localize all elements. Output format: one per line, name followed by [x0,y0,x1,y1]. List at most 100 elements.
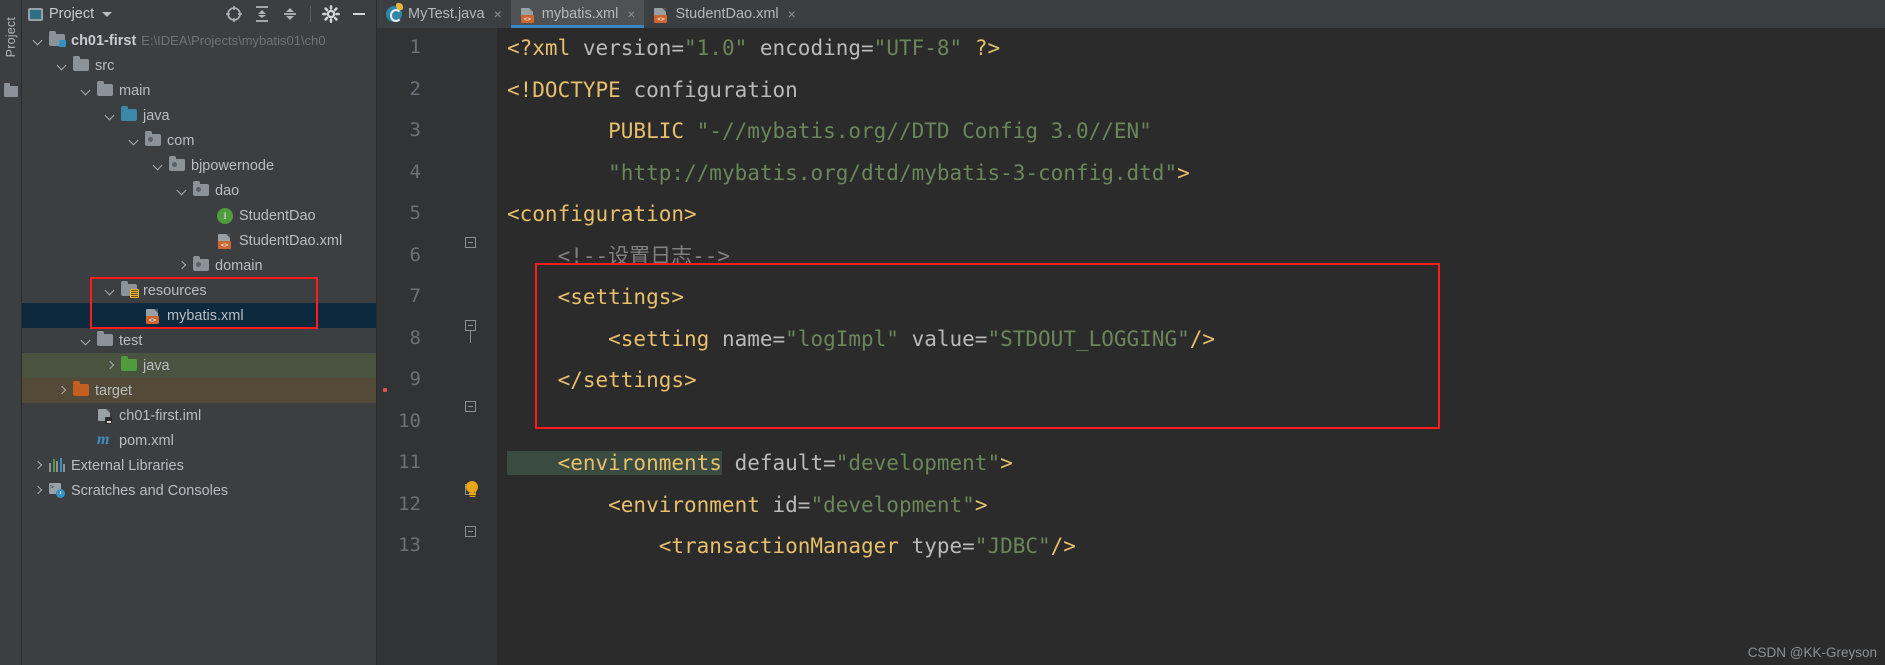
tree-item-java[interactable]: java [22,103,376,128]
project-panel-header: Project [22,0,376,28]
watermark: CSDN @KK-Greyson [1747,645,1877,660]
chevron-down-icon[interactable] [104,110,116,122]
code-fold-icon[interactable] [465,401,479,415]
tree-item-studentdao[interactable]: I StudentDao [22,203,376,228]
chevron-down-icon[interactable] [80,85,92,97]
code-fold-icon[interactable] [465,320,479,343]
editor-tab-mybatis-xml[interactable]: <> mybatis.xml × [510,0,645,28]
left-tool-strip: Project [0,0,22,665]
chevron-down-icon[interactable] [128,135,140,147]
scratches-icon: > [49,483,66,498]
code-line[interactable]: <settings> [507,285,684,310]
tree-item-main[interactable]: main [22,78,376,103]
tree-item-dao[interactable]: dao [22,178,376,203]
editor-tab-label: StudentDao.xml [675,6,779,22]
project-tool-button[interactable]: Project [0,2,22,72]
code-line[interactable]: PUBLIC "-//mybatis.org//DTD Config 3.0//… [507,119,1152,144]
tree-item-java[interactable]: java [22,353,376,378]
tree-item-bjpowernode[interactable]: bjpowernode [22,153,376,178]
code-fold-icon[interactable] [465,526,479,540]
line-number: 13 [398,534,421,556]
tree-item-ch01-first-iml[interactable]: ch01-first.iml [22,403,376,428]
chevron-right-icon[interactable] [32,460,44,472]
code-line[interactable]: <!--设置日志--> [507,244,731,269]
code-token: > [974,492,988,517]
code-line[interactable]: <!DOCTYPE configuration [507,78,798,103]
code-token: </settings> [507,368,697,392]
line-number: 3 [409,119,421,141]
xml-file-icon: <> [145,308,162,324]
code-token: <configuration> [507,202,697,226]
test-source-folder-icon [121,356,138,373]
folder-icon[interactable] [4,83,18,97]
package-icon [193,256,210,273]
editor-gutter[interactable]: 1 2 3 4 5 6 7 8 9 10 11 12 13 [377,28,497,665]
tree-item-studentdao-xml[interactable]: <> StudentDao.xml [22,228,376,253]
gear-icon[interactable] [320,3,342,25]
line-number: 12 [398,492,421,515]
code-line[interactable]: <environments default="development"> [507,451,1013,476]
tree-item-target[interactable]: target [22,378,376,403]
excluded-folder-icon [73,381,90,398]
tree-item-domain[interactable]: domain [22,253,376,278]
code-line[interactable]: <setting name="logImpl" value="STDOUT_LO… [507,327,1215,352]
chevron-right-icon[interactable] [32,485,44,497]
locate-target-icon[interactable] [223,3,245,25]
tree-item-mybatis-xml[interactable]: <> mybatis.xml [22,303,376,328]
tree-item-pom-xml[interactable]: m pom.xml [22,428,376,453]
code-editor[interactable]: 1 2 3 4 5 6 7 8 9 10 11 12 13 <?xml version="1.0" en… [377,28,1885,665]
close-icon[interactable]: × [494,6,502,22]
line-number: 10 [398,409,421,432]
tree-item-label: StudentDao.xml [239,232,343,249]
editor-tab-mytest-java[interactable]: MyTest.java × [377,0,511,28]
code-line[interactable]: <?xml version="1.0" encoding="UTF-8" ?> [507,36,1000,61]
code-fold-icon[interactable] [465,237,479,251]
code-token: PUBLIC [507,119,697,143]
chevron-down-icon[interactable] [32,35,44,47]
close-icon[interactable]: × [627,6,635,22]
tree-item-label: ch01-first.iml [119,407,202,424]
tree-item-com[interactable]: com [22,128,376,153]
code-token: "logImpl" [785,326,899,351]
chevron-right-icon[interactable] [56,385,68,397]
expand-all-icon[interactable] [251,3,273,25]
chevron-right-icon[interactable] [104,360,116,372]
tree-item-test[interactable]: test [22,328,376,353]
tree-item-src[interactable]: src [22,53,376,78]
tree-item-scratches-and-consoles[interactable]: > Scratches and Consoles [22,478,376,503]
chevron-down-icon[interactable] [176,185,188,197]
chevron-down-icon[interactable] [152,160,164,172]
collapse-all-icon[interactable] [279,3,301,25]
minimize-icon[interactable] [348,3,370,25]
code-line[interactable]: <transactionManager type="JDBC"/> [507,534,1076,559]
code-line[interactable]: <configuration> [507,202,697,227]
editor-tab-label: mybatis.xml [541,6,619,22]
chevron-right-icon[interactable] [176,260,188,272]
tree-item-resources[interactable]: resources [22,278,376,303]
close-icon[interactable]: × [788,6,796,22]
tree-item-external-libraries[interactable]: External Libraries [22,453,376,478]
intention-bulb-icon[interactable] [465,481,480,497]
tree-item-ch01-first[interactable]: ch01-first E:\IDEA\Projects\mybatis01\ch0 [22,28,376,53]
chevron-down-icon[interactable] [56,60,68,72]
xml-file-icon: <> [217,233,234,249]
project-tree: ch01-first E:\IDEA\Projects\mybatis01\ch0… [22,28,376,503]
interface-icon: I [217,208,234,224]
project-panel-title: Project [49,6,95,22]
code-line[interactable]: </settings> [507,368,697,393]
code-token: "UTF-8" [873,36,963,60]
folder-icon [97,331,114,348]
chevron-down-icon[interactable] [102,11,113,17]
chevron-down-icon[interactable] [80,335,92,347]
code-text[interactable]: <?xml version="1.0" encoding="UTF-8" ?> <… [497,28,1885,665]
code-line[interactable]: "http://mybatis.org/dtd/mybatis-3-config… [507,161,1190,186]
code-line[interactable]: <environment id="development"> [507,493,987,518]
editor-tab-bar: MyTest.java × <> mybatis.xml × <> StudentDao.x… [377,0,1885,28]
code-token: <environments [507,451,722,475]
chevron-down-icon[interactable] [104,285,116,297]
editor-tab-studentdao-xml[interactable]: <> StudentDao.xml × [644,0,805,28]
tree-item-label: domain [215,257,263,274]
editor-tab-label: MyTest.java [408,6,485,22]
